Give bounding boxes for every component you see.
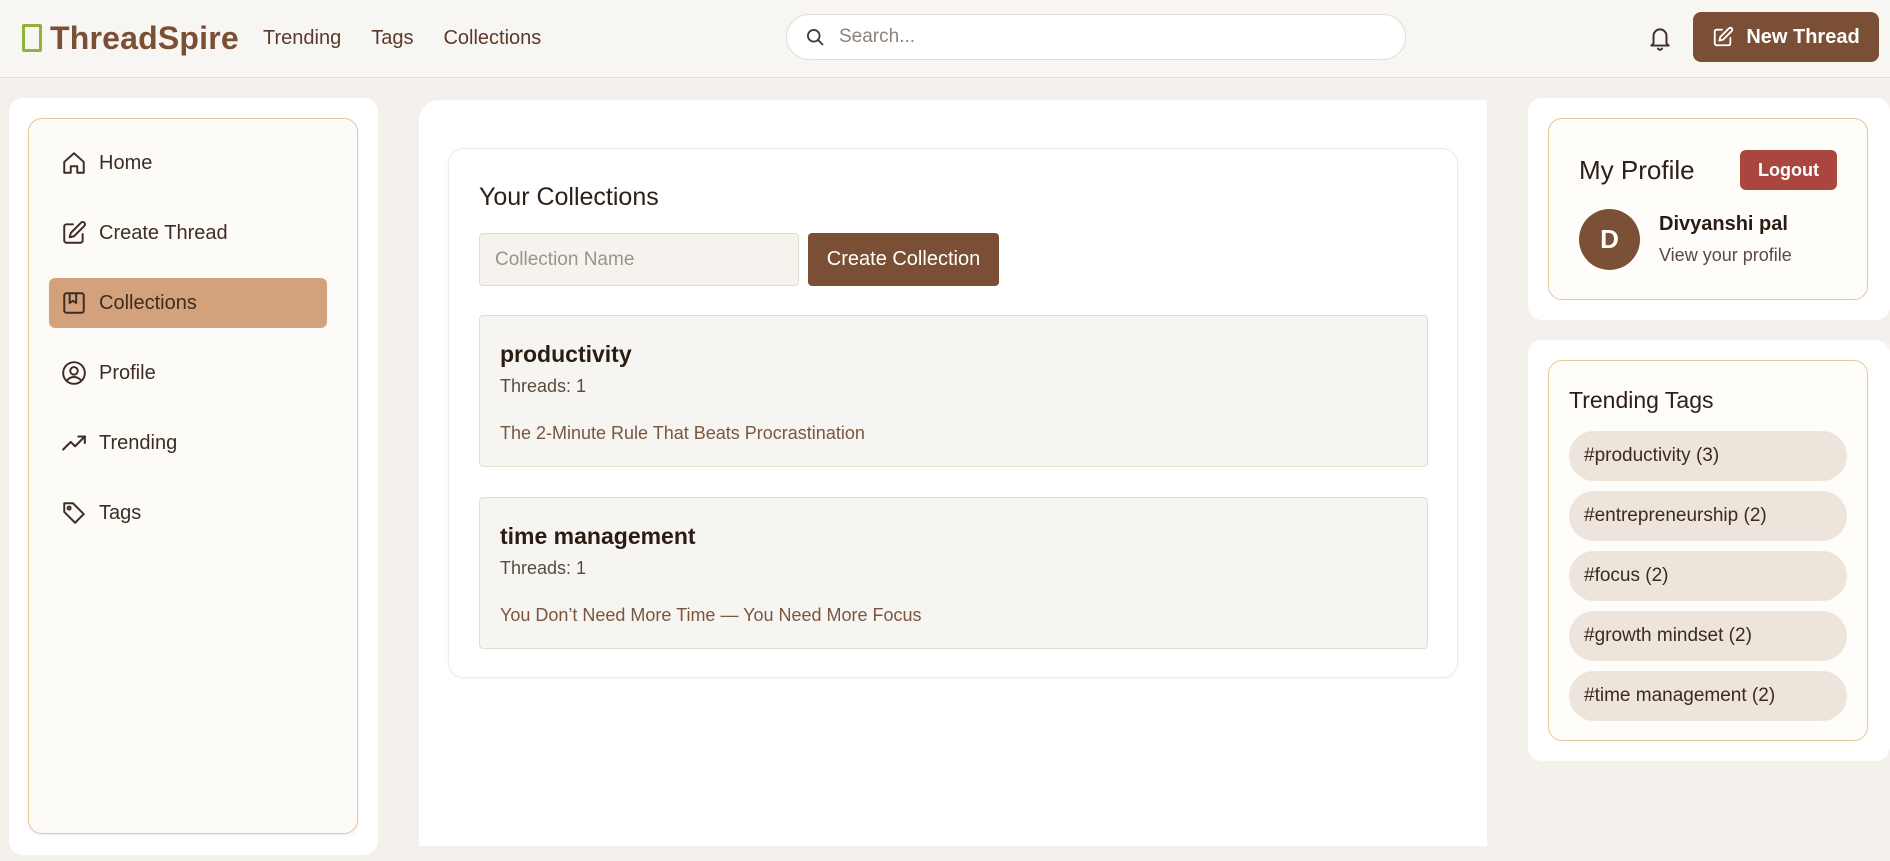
page-title: Your Collections bbox=[479, 183, 659, 211]
collection-item[interactable]: time management Threads: 1 You Don’t Nee… bbox=[479, 497, 1428, 649]
main-content: Your Collections Create Collection produ… bbox=[419, 100, 1487, 846]
collection-name: time management bbox=[500, 523, 696, 549]
trending-tags-card: Trending Tags #productivity (3) #entrepr… bbox=[1548, 360, 1868, 741]
sidebar-nav-panel: Home Create Thread Collections Profile T… bbox=[28, 118, 358, 834]
profile-title: My Profile bbox=[1579, 155, 1695, 185]
sidebar-item-label: Collections bbox=[99, 291, 197, 314]
topnav-trending[interactable]: Trending bbox=[263, 24, 341, 52]
sidebar-item-create-thread[interactable]: Create Thread bbox=[49, 208, 327, 258]
logout-button[interactable]: Logout bbox=[1740, 150, 1837, 190]
sidebar-item-trending[interactable]: Trending bbox=[49, 418, 327, 468]
tag-pill[interactable]: #growth mindset (2) bbox=[1569, 611, 1847, 661]
collection-thread-count: Threads: 1 bbox=[500, 376, 587, 396]
topnav-collections[interactable]: Collections bbox=[443, 24, 541, 52]
sidebar-item-label: Trending bbox=[99, 431, 178, 454]
collection-thread-link[interactable]: The 2-Minute Rule That Beats Procrastina… bbox=[500, 423, 865, 444]
sidebar-item-label: Create Thread bbox=[99, 221, 228, 244]
sidebar-item-label: Tags bbox=[99, 501, 142, 524]
tag-pill[interactable]: #entrepreneurship (2) bbox=[1569, 491, 1847, 541]
collection-item[interactable]: productivity Threads: 1 The 2-Minute Rul… bbox=[479, 315, 1428, 467]
search-input[interactable] bbox=[839, 26, 1379, 48]
profile-card: My Profile Logout D Divyanshi pal View y… bbox=[1548, 118, 1868, 300]
profile-widget: My Profile Logout D Divyanshi pal View y… bbox=[1528, 98, 1890, 320]
trending-tags-widget: Trending Tags #productivity (3) #entrepr… bbox=[1528, 340, 1890, 761]
logo-mark-icon bbox=[22, 24, 42, 52]
bookmark-icon bbox=[63, 292, 85, 314]
collection-name-input[interactable] bbox=[479, 233, 799, 286]
brand-name: ThreadSpire bbox=[50, 19, 239, 56]
tag-pill[interactable]: #productivity (3) bbox=[1569, 431, 1847, 481]
user-name: Divyanshi pal bbox=[1659, 213, 1788, 235]
tag-pill[interactable]: #focus (2) bbox=[1569, 551, 1847, 601]
sidebar-item-label: Profile bbox=[99, 361, 156, 384]
top-navigation: Trending Tags Collections bbox=[263, 24, 541, 52]
create-collection-button[interactable]: Create Collection bbox=[808, 233, 999, 286]
home-icon bbox=[63, 152, 85, 174]
trending-tags-title: Trending Tags bbox=[1569, 387, 1714, 413]
brand-logo[interactable]: ThreadSpire bbox=[22, 18, 239, 58]
user-circle-icon bbox=[62, 361, 86, 385]
left-sidebar: Home Create Thread Collections Profile T… bbox=[9, 98, 378, 855]
view-profile-link[interactable]: View your profile bbox=[1659, 245, 1792, 266]
edit-icon bbox=[63, 221, 86, 244]
sidebar-item-tags[interactable]: Tags bbox=[49, 488, 327, 538]
collections-card: Your Collections Create Collection produ… bbox=[448, 148, 1458, 678]
collection-name: productivity bbox=[500, 341, 632, 367]
collection-thread-count: Threads: 1 bbox=[500, 558, 587, 578]
search-icon bbox=[807, 29, 824, 46]
sidebar-item-home[interactable]: Home bbox=[49, 138, 327, 188]
sidebar-item-profile[interactable]: Profile bbox=[49, 348, 327, 398]
collection-thread-link[interactable]: You Don’t Need More Time — You Need More… bbox=[500, 605, 922, 626]
new-thread-button[interactable]: New Thread bbox=[1693, 12, 1879, 62]
bell-icon[interactable] bbox=[1647, 24, 1673, 52]
trending-up-icon bbox=[62, 435, 86, 451]
edit-icon bbox=[1714, 26, 1734, 47]
sidebar-item-label: Home bbox=[99, 151, 153, 174]
tag-icon bbox=[63, 502, 85, 524]
top-bar: ThreadSpire Trending Tags Collections Ne… bbox=[0, 0, 1890, 78]
sidebar-item-collections[interactable]: Collections bbox=[49, 278, 327, 328]
new-thread-label: New Thread bbox=[1746, 25, 1860, 48]
avatar[interactable]: D bbox=[1579, 209, 1640, 270]
tag-pill[interactable]: #time management (2) bbox=[1569, 671, 1847, 721]
search-bar bbox=[786, 14, 1406, 60]
topnav-tags[interactable]: Tags bbox=[371, 24, 413, 52]
